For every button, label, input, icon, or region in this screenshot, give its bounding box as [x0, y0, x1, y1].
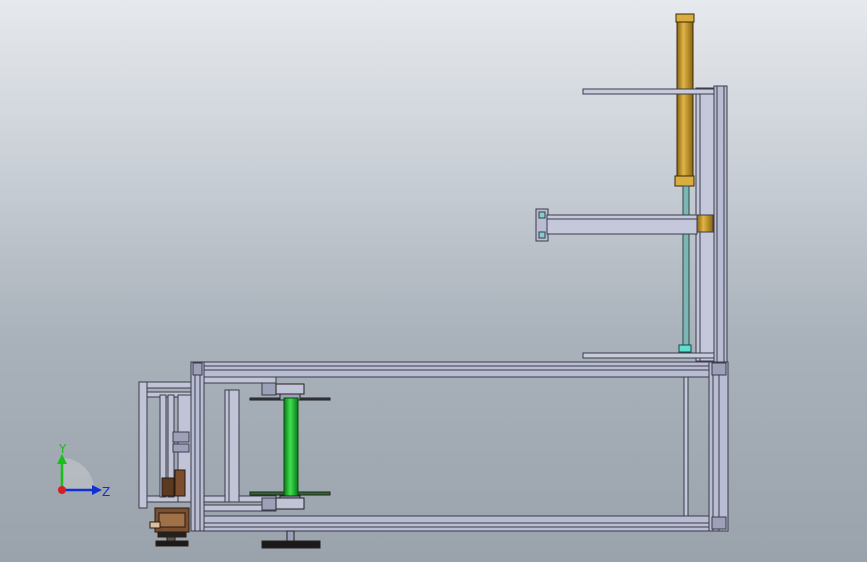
- z-axis-label: Z: [102, 485, 111, 499]
- x-axis-dot: [58, 486, 66, 494]
- motor-assembly: [149, 469, 190, 547]
- machine-side-view: [138, 13, 729, 549]
- y-axis-label: Y: [59, 442, 67, 456]
- triad-quadrant: [62, 458, 94, 490]
- pneumatic-cylinder: [674, 13, 695, 353]
- cad-viewport[interactable]: Y Z: [0, 0, 867, 562]
- inner-frame: [203, 376, 277, 512]
- z-axis-arrow: [92, 485, 102, 495]
